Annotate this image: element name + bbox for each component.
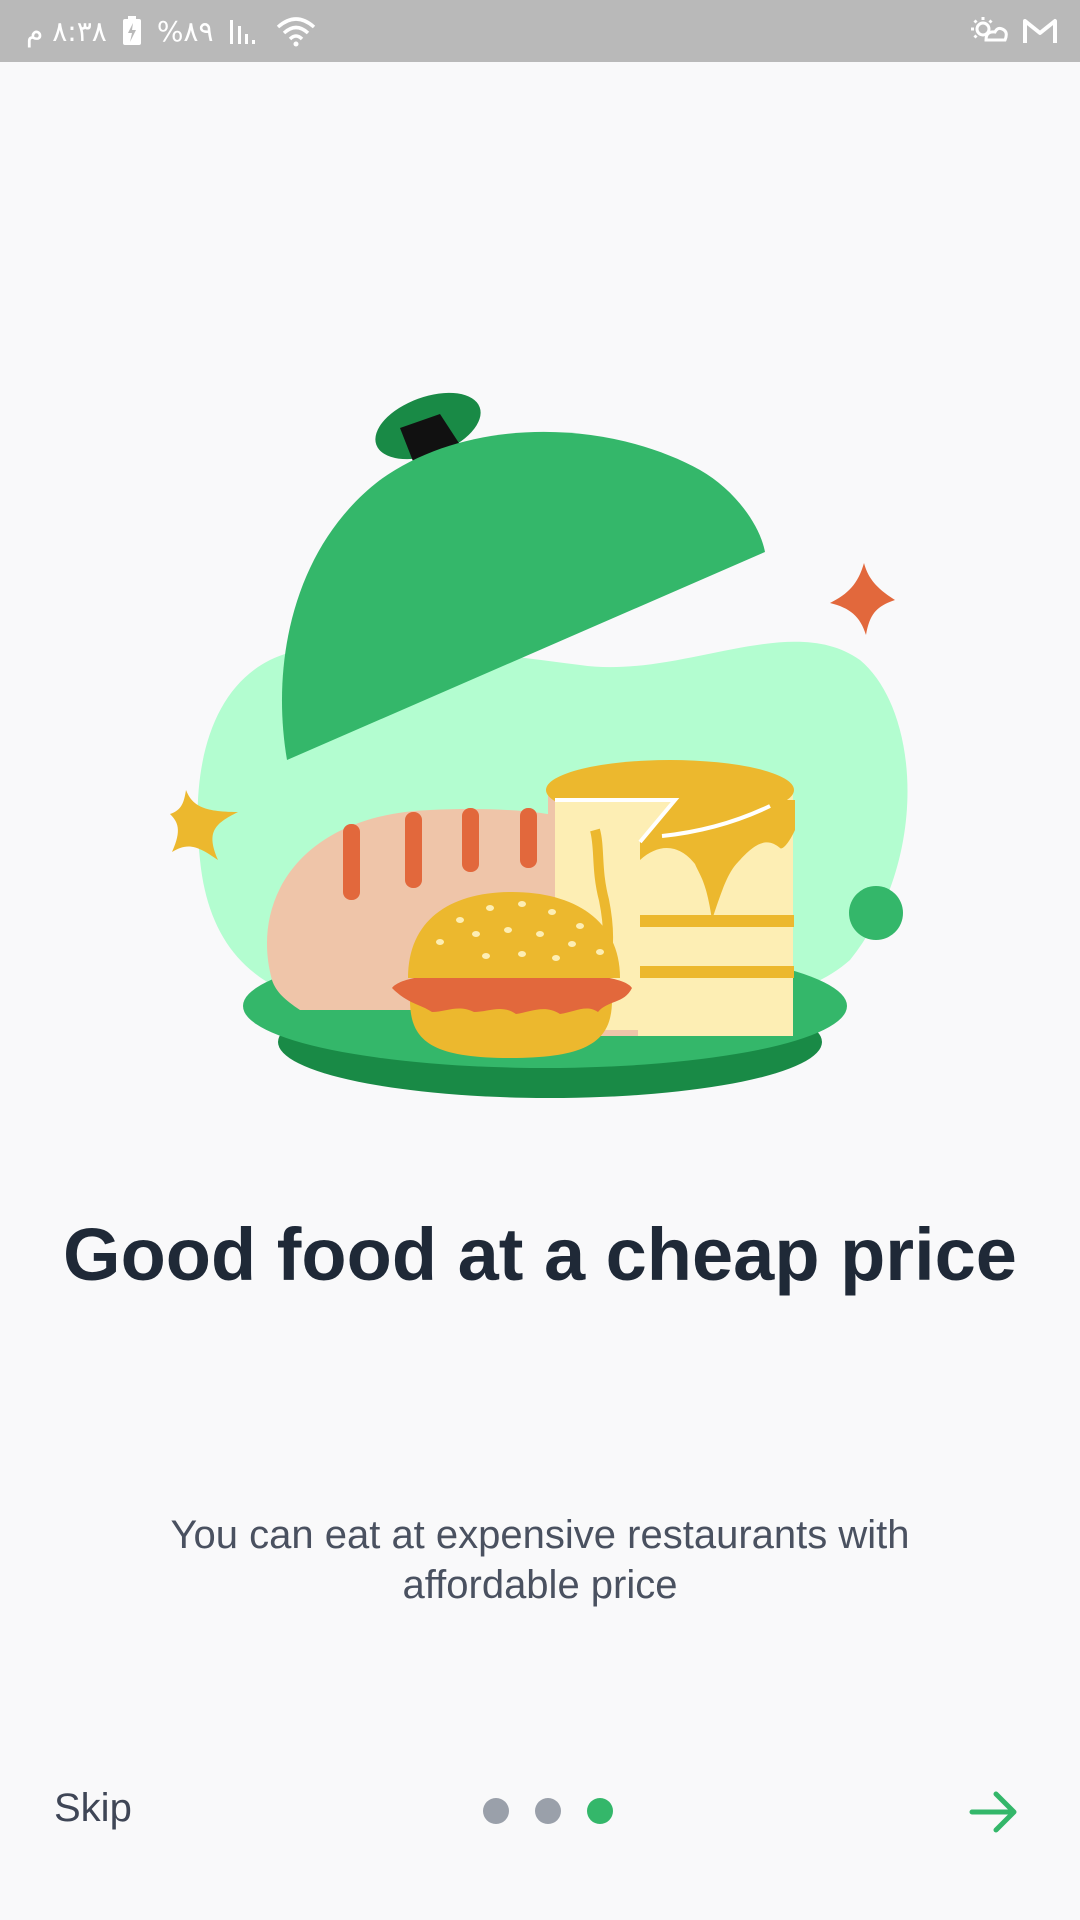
page-indicator <box>483 1798 613 1824</box>
page-dot[interactable] <box>483 1798 509 1824</box>
status-left: ٨:٣٨ م %٨٩ <box>26 15 316 48</box>
onboarding-title: Good food at a cheap price <box>63 1213 1017 1296</box>
green-dot <box>849 886 903 940</box>
onboarding-subtitle: You can eat at expensive restaurants wit… <box>170 1513 910 1607</box>
food-illustration <box>160 380 920 1120</box>
battery-charging-icon <box>121 15 143 47</box>
skip-button[interactable]: Skip <box>54 1786 132 1831</box>
signal-icon <box>228 16 262 46</box>
sparkle-right <box>830 563 895 635</box>
status-time: ٨:٣٨ م <box>26 14 107 48</box>
next-button[interactable] <box>966 1788 1022 1836</box>
burger-patty <box>392 972 632 1014</box>
arrow-right-icon <box>966 1791 1022 1839</box>
gmail-icon <box>1022 17 1058 45</box>
wifi-icon <box>276 15 316 47</box>
weather-icon <box>970 16 1008 46</box>
status-bar: ٨:٣٨ م %٨٩ <box>0 0 1080 62</box>
battery-percent: %٨٩ <box>156 14 214 48</box>
page-dot-active[interactable] <box>587 1798 613 1824</box>
status-right <box>970 16 1058 46</box>
onboarding-controls: Skip <box>0 1770 1080 1850</box>
page-dot[interactable] <box>535 1798 561 1824</box>
